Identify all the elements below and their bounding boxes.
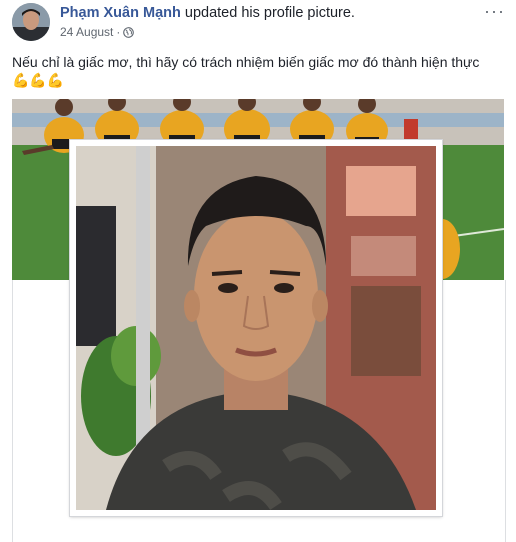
author-avatar[interactable] xyxy=(12,3,50,41)
post-header-text: Phạm Xuân Mạnh updated his profile pictu… xyxy=(60,5,355,21)
profile-picture[interactable] xyxy=(70,140,442,516)
post-action-text: updated his profile picture. xyxy=(180,5,355,21)
more-options-icon[interactable]: ··· xyxy=(484,2,506,20)
post-meta: 24 August · xyxy=(60,25,135,39)
caption-emojis: 💪💪💪 xyxy=(12,72,65,88)
profile-photo xyxy=(76,146,436,510)
meta-separator: · xyxy=(116,25,121,39)
globe-icon[interactable] xyxy=(123,26,135,38)
avatar-photo xyxy=(12,3,50,41)
post-caption: Nếu chỉ là giấc mơ, thì hãy có trách nhi… xyxy=(12,54,480,70)
profile-photo-content xyxy=(76,146,436,510)
feed-post: Phạm Xuân Mạnh updated his profile pictu… xyxy=(0,0,516,542)
post-date-link[interactable]: 24 August xyxy=(60,25,113,39)
author-name-link[interactable]: Phạm Xuân Mạnh xyxy=(60,5,181,21)
